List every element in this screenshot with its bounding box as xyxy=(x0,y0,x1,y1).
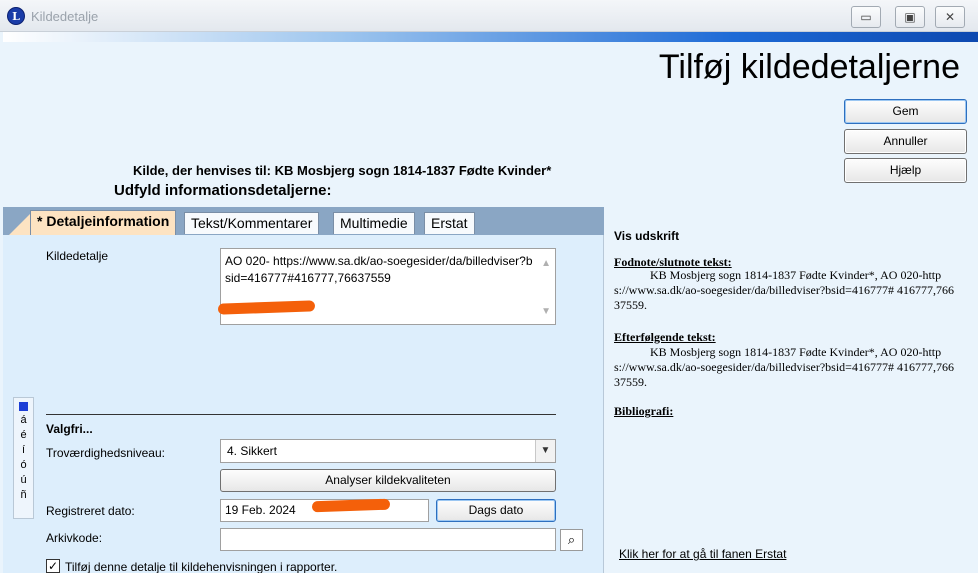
window-title: Kildedetalje xyxy=(31,9,99,24)
subsequent-text-label: Efterfølgende tekst: xyxy=(614,330,716,344)
cancel-button-label: Annuller xyxy=(883,134,928,148)
archive-code-input[interactable] xyxy=(220,528,556,551)
close-button[interactable]: ✕ xyxy=(935,6,965,28)
help-button-label: Hjælp xyxy=(889,163,922,177)
chevron-down-icon[interactable]: ▼ xyxy=(535,440,555,462)
scroll-down-arrow-icon[interactable]: ▼ xyxy=(541,303,551,320)
fill-in-heading: Udfyld informationsdetaljerne: xyxy=(114,182,332,199)
char-n-tilde[interactable]: ñ xyxy=(14,488,33,503)
cancel-button[interactable]: Annuller xyxy=(844,129,967,154)
window-titlebar: L Kildedetalje ▭ ▣ ✕ xyxy=(0,0,978,32)
optional-heading: Valgfri... xyxy=(46,422,93,436)
save-button-label: Gem xyxy=(892,104,919,118)
header-gradient-banner xyxy=(3,32,978,42)
char-a-acute[interactable]: á xyxy=(14,413,33,428)
tab-multimedia[interactable]: Multimedie xyxy=(333,212,415,234)
char-e-acute[interactable]: é xyxy=(14,428,33,443)
character-bar-handle-icon[interactable] xyxy=(19,402,28,411)
analyze-button-label: Analyser kildekvaliteten xyxy=(325,473,451,487)
reliability-label: Troværdighedsniveau: xyxy=(46,446,165,460)
tab-replace[interactable]: Erstat xyxy=(424,212,475,234)
today-date-button[interactable]: Dags dato xyxy=(436,499,556,522)
help-button[interactable]: Hjælp xyxy=(844,158,967,183)
go-to-replace-tab-link[interactable]: Klik her for at gå til fanen Erstat xyxy=(619,547,786,561)
source-detail-label: Kildedetalje xyxy=(46,249,109,263)
archive-code-label: Arkivkode: xyxy=(46,531,103,545)
tab-detail-information[interactable]: * Detaljeinformation xyxy=(30,210,177,235)
maximize-button[interactable]: ▣ xyxy=(895,6,925,28)
page-title: Tilføj kildedetaljerne xyxy=(658,48,960,86)
registered-date-value: 19 Feb. 2024 xyxy=(225,503,296,517)
char-i-acute[interactable]: í xyxy=(14,443,33,458)
special-character-bar: á é í ó ú ñ xyxy=(13,397,34,519)
include-in-reports-label: Tilføj denne detalje til kildehenvisning… xyxy=(65,560,338,573)
bibliography-label: Bibliografi: xyxy=(614,404,674,418)
reliability-value: 4. Sikkert xyxy=(227,444,278,458)
save-button[interactable]: Gem xyxy=(844,99,967,124)
char-o-acute[interactable]: ó xyxy=(14,458,33,473)
section-divider xyxy=(46,414,556,415)
app-logo-icon: L xyxy=(7,7,25,25)
footnote-text: KB Mosbjerg sogn 1814-1837 Fødte Kvinder… xyxy=(614,268,954,312)
cited-source-line: Kilde, der henvises til: KB Mosbjerg sog… xyxy=(133,163,552,178)
minimize-button[interactable]: ▭ xyxy=(851,6,881,28)
source-detail-textarea[interactable]: AO 020- https://www.sa.dk/ao-soegesider/… xyxy=(220,248,556,325)
reliability-select[interactable]: 4. Sikkert ▼ xyxy=(220,439,556,463)
source-detail-value: AO 020- https://www.sa.dk/ao-soegesider/… xyxy=(225,254,533,285)
print-preview-heading: Vis udskrift xyxy=(614,229,680,243)
registered-date-label: Registreret dato: xyxy=(46,504,135,518)
today-button-label: Dags dato xyxy=(468,503,524,517)
analyze-source-quality-button[interactable]: Analyser kildekvaliteten xyxy=(220,469,556,492)
binoculars-search-icon[interactable]: ⌕ xyxy=(560,529,583,551)
scroll-up-arrow-icon[interactable]: ▲ xyxy=(541,255,551,272)
tab-text-comments[interactable]: Tekst/Kommentarer xyxy=(184,212,320,234)
include-in-reports-checkbox[interactable]: ✓ xyxy=(46,559,60,573)
subsequent-text: KB Mosbjerg sogn 1814-1837 Fødte Kvinder… xyxy=(614,345,954,389)
char-u-acute[interactable]: ú xyxy=(14,473,33,488)
